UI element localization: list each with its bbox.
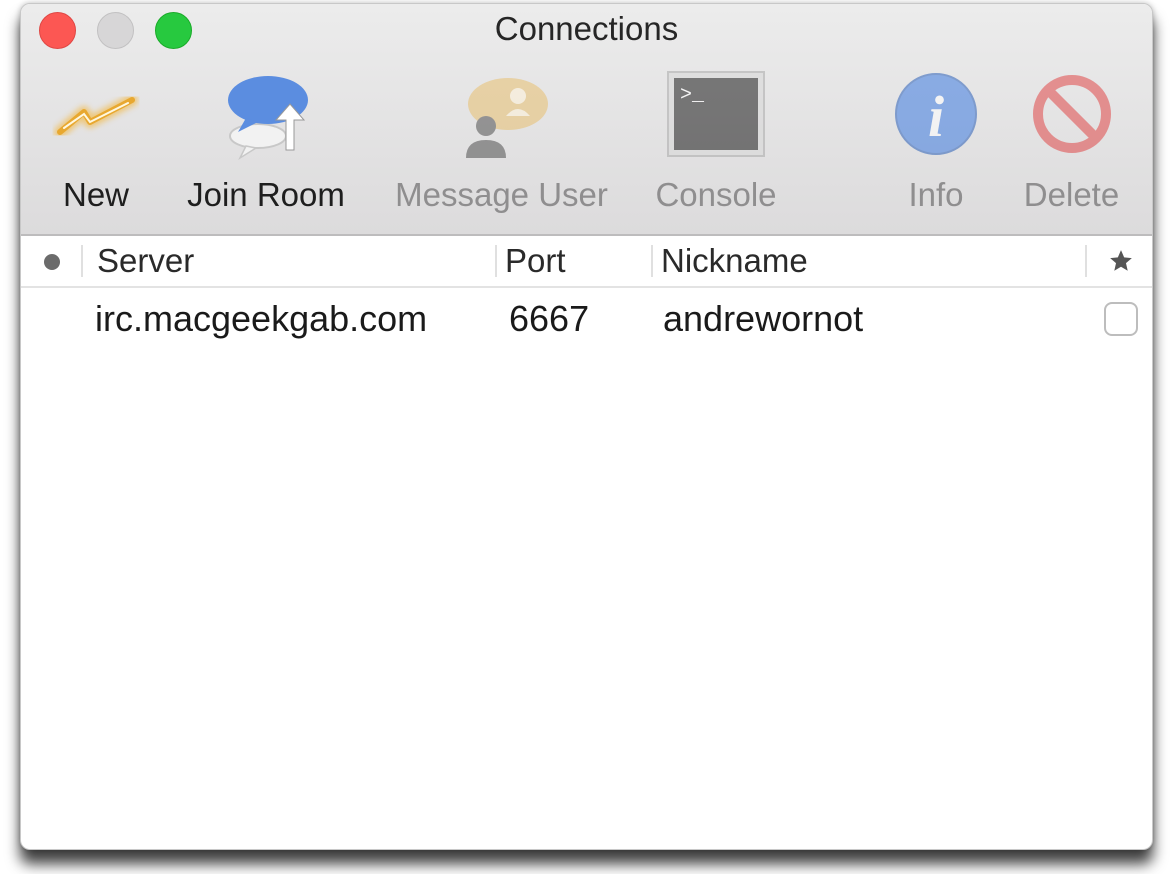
lightning-icon bbox=[54, 94, 138, 138]
status-dot-icon[interactable] bbox=[44, 254, 60, 270]
info-icon: i bbox=[895, 73, 977, 155]
column-separator[interactable] bbox=[81, 245, 83, 277]
delete-icon bbox=[1032, 75, 1111, 153]
table-row[interactable]: irc.macgeekgab.com 6667 andrewornot bbox=[21, 288, 1152, 350]
column-separator[interactable] bbox=[495, 245, 497, 277]
message-user-button[interactable]: Message User bbox=[379, 64, 624, 224]
column-header-server[interactable]: Server bbox=[97, 236, 194, 286]
titlebar-toolbar: Connections New Join Room Message User >… bbox=[21, 4, 1152, 236]
info-label: Info bbox=[908, 176, 964, 213]
svg-text:i: i bbox=[928, 84, 944, 149]
favorite-checkbox[interactable] bbox=[1104, 302, 1138, 336]
delete-button[interactable]: Delete bbox=[1009, 64, 1134, 224]
new-label: New bbox=[62, 176, 130, 213]
port-cell: 6667 bbox=[509, 298, 590, 339]
nickname-cell: andrewornot bbox=[663, 298, 864, 339]
join-room-label: Join Room bbox=[187, 176, 345, 213]
column-separator[interactable] bbox=[651, 245, 653, 277]
console-button[interactable]: >_ Console bbox=[646, 64, 786, 224]
info-button[interactable]: i Info bbox=[891, 64, 981, 224]
column-separator[interactable] bbox=[1085, 245, 1087, 277]
column-header-nickname[interactable]: Nickname bbox=[661, 236, 808, 286]
window-title: Connections bbox=[494, 10, 679, 47]
column-header-port[interactable]: Port bbox=[505, 236, 566, 286]
chat-bubble-arrow-icon bbox=[228, 76, 308, 161]
server-cell: irc.macgeekgab.com bbox=[95, 298, 428, 339]
terminal-icon: >_ bbox=[667, 71, 765, 157]
console-label: Console bbox=[655, 176, 777, 213]
message-user-label: Message User bbox=[395, 176, 608, 213]
connections-window: Connections New Join Room Message User >… bbox=[20, 3, 1153, 850]
join-room-button[interactable]: Join Room bbox=[171, 64, 361, 224]
svg-text:>_: >_ bbox=[680, 84, 705, 107]
delete-label: Delete bbox=[1023, 176, 1120, 213]
star-icon[interactable] bbox=[1108, 248, 1134, 274]
table-header: Server Port Nickname bbox=[21, 236, 1152, 288]
user-message-icon bbox=[465, 78, 548, 158]
new-button[interactable]: New bbox=[41, 64, 151, 224]
